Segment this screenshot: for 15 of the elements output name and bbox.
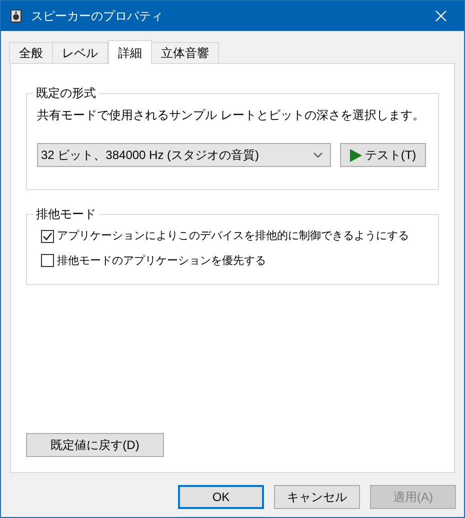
test-button[interactable]: テスト(T) [340,143,426,167]
restore-defaults-button[interactable]: 既定値に戻す(D) [26,433,164,457]
tab[interactable]: 詳細 [108,40,152,64]
tab[interactable]: 立体音響 [151,42,219,63]
format-dropdown[interactable]: 32 ビット、384000 Hz (スタジオの音質) [37,143,331,167]
dialog-button[interactable]: OK [178,485,264,509]
description-text: 共有モードで使用されるサンプル レートとビットの深さを選択します。 [37,107,426,124]
dialog-button[interactable]: キャンセル [274,485,360,509]
checkbox-label: アプリケーションによりこのデバイスを排他的に制御できるようにする [57,228,409,244]
group-label: 排他モード [35,206,97,223]
checkbox-label: 排他モードのアプリケーションを優先する [57,254,266,268]
tab[interactable]: レベル [52,42,108,63]
window-title: スピーカーのプロパティ [31,8,163,25]
tab[interactable]: 全般 [9,42,53,63]
group-label: 既定の形式 [35,85,97,102]
